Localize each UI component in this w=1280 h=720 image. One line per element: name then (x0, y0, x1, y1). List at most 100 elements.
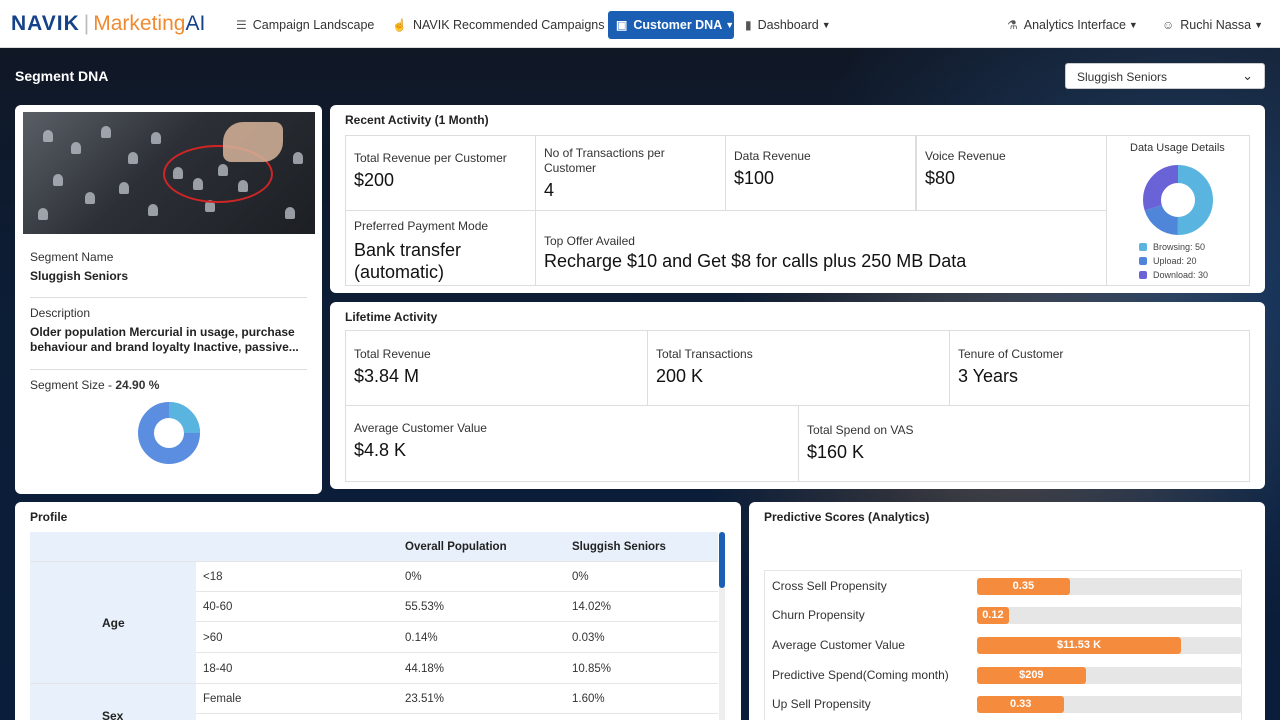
lifetime-cell: Total Revenue $3.84 M (345, 330, 648, 406)
lifetime-activity-card: Lifetime Activity Total Revenue $3.84 M … (330, 302, 1265, 489)
cell-label: Total Revenue (354, 347, 431, 361)
recent-cell: Top Offer Availed Recharge $10 and Get $… (535, 210, 1107, 286)
cell-label: Total Transactions (656, 347, 753, 361)
data-usage-donut (1143, 165, 1213, 235)
cell-value: $80 (925, 168, 956, 188)
segment-size-value: 24.90 % (115, 378, 160, 392)
data-usage-panel: Data Usage Details Browsing: 50 Upload: … (1106, 135, 1250, 286)
cell-label: Total Revenue per Customer (354, 151, 507, 165)
cell-label: Tenure of Customer (958, 347, 1064, 361)
lifetime-cell: Average Customer Value $4.8 K (345, 405, 799, 482)
col-header-segment: Sluggish Seniors (572, 541, 666, 553)
row-overall: 0.14% (405, 632, 438, 644)
row-overall: 0% (405, 571, 422, 583)
recent-cell: No of Transactions per Customer 4 (535, 135, 726, 211)
hand-pointer-icon: ☝ (392, 18, 407, 32)
logo-brand: NAVIK (11, 12, 80, 35)
table-row: >60 0.14% 0.03% (196, 623, 718, 653)
score-bar: 0.12 (977, 607, 1009, 624)
score-bar: $11.53 K (977, 637, 1182, 654)
score-label: Average Customer Value (772, 638, 905, 652)
row-segment: 0% (572, 571, 589, 583)
segment-name-label: Segment Name (30, 250, 114, 264)
bar-chart-icon: ▮ (745, 18, 752, 32)
cell-value: $160 K (807, 442, 865, 462)
cell-value: Recharge $10 and Get $8 for calls plus 2… (544, 251, 967, 271)
data-usage-title: Data Usage Details (1130, 142, 1225, 154)
segment-select-value: Sluggish Seniors (1077, 70, 1168, 84)
nav-campaign-landscape[interactable]: ☰ Campaign Landscape (236, 11, 374, 39)
description-label: Description (30, 306, 91, 320)
row-category: Female (203, 693, 242, 705)
score-bar: 0.35 (977, 578, 1070, 595)
cell-value: 4 (544, 180, 555, 200)
row-category: <18 (203, 571, 223, 583)
scrollbar-thumb[interactable] (719, 532, 725, 588)
legend-swatch (1139, 243, 1147, 251)
predictive-title: Predictive Scores (Analytics) (764, 510, 930, 524)
lifetime-cell: Tenure of Customer 3 Years (949, 330, 1250, 406)
recent-cell: Preferred Payment Mode Bank transfer (au… (345, 210, 536, 286)
score-track: 0.12 (977, 607, 1242, 624)
group-label: Age (102, 616, 125, 630)
window-icon: ▣ (616, 18, 628, 32)
flask-icon: ⚗ (1007, 18, 1018, 32)
legend-swatch (1139, 257, 1147, 265)
score-row: Predictive Spend(Coming month) $209 (764, 660, 1242, 688)
nav-recommended-campaigns[interactable]: ☝ NAVIK Recommended Campaigns (392, 11, 604, 39)
group-cell-sex: Sex (30, 684, 196, 720)
row-segment: 14.02% (572, 601, 612, 613)
segment-size-label: Segment Size - (30, 378, 116, 392)
chevron-down-icon: ⌄ (1242, 68, 1253, 83)
legend-label: Upload: 20 (1153, 256, 1197, 266)
nav-label: Campaign Landscape (252, 18, 375, 32)
nav-dashboard[interactable]: ▮ Dashboard ▼ (745, 11, 831, 39)
table-header-row: Overall Population Sluggish Seniors (30, 532, 718, 562)
table-row: 40-60 55.53% 14.02% (196, 592, 718, 622)
segment-select[interactable]: Sluggish Seniors ⌄ (1065, 63, 1265, 89)
caret-down-icon: ▼ (821, 20, 831, 30)
recent-activity-card: Recent Activity (1 Month) Total Revenue … (330, 105, 1265, 293)
row-segment: 1.60% (572, 693, 605, 705)
group-label: Sex (102, 709, 124, 720)
cell-label: No of Transactions per Customer (544, 146, 665, 175)
legend-download: Download: 30 (1139, 270, 1208, 280)
logo-separator: | (83, 12, 90, 35)
user-menu[interactable]: ☺ Ruchi Nassa ▼ (1162, 11, 1263, 39)
recent-cell: Voice Revenue $80 (916, 135, 1107, 211)
table-row: <18 0% 0% (196, 562, 718, 592)
logo-suffix: AI (185, 12, 206, 35)
score-label: Churn Propensity (772, 608, 865, 622)
score-row: Up Sell Propensity 0.33 (764, 689, 1242, 717)
row-overall: 23.51% (405, 693, 445, 705)
score-row: Cross Sell Propensity 0.35 (764, 571, 1242, 599)
list-icon: ☰ (236, 18, 247, 32)
score-track: $209 (977, 667, 1242, 684)
analytics-interface-menu[interactable]: ⚗ Analytics Interface ▼ (1007, 11, 1138, 39)
score-bar: 0.33 (977, 696, 1065, 713)
cell-value: 3 Years (958, 366, 1019, 386)
score-row: Average Customer Value $11.53 K (764, 630, 1242, 658)
cell-label: Average Customer Value (354, 421, 487, 435)
cell-value: $4.8 K (354, 440, 407, 460)
nav-customer-dna[interactable]: ▣ Customer DNA ▼ (608, 11, 734, 39)
divider (30, 369, 307, 370)
recent-cell: Total Revenue per Customer $200 (345, 135, 536, 211)
divider (30, 297, 307, 298)
score-track: 0.33 (977, 696, 1242, 713)
profile-scrollbar[interactable] (719, 532, 725, 720)
cell-value: Bank transfer (automatic) (354, 240, 462, 282)
score-label: Predictive Spend(Coming month) (772, 668, 949, 682)
row-overall: 55.53% (405, 601, 445, 613)
recent-cell: Data Revenue $100 (725, 135, 916, 211)
page-title: Segment DNA (15, 68, 109, 84)
segment-card: Segment Name Sluggish Seniors Descriptio… (15, 105, 322, 494)
cell-label: Data Revenue (734, 149, 811, 163)
analytics-label: Analytics Interface (1023, 18, 1126, 32)
user-name: Ruchi Nassa (1180, 18, 1252, 32)
cell-value: $100 (734, 168, 775, 188)
navik-logo[interactable]: NAVIK | Marketing AI (11, 12, 205, 36)
cell-value: 200 K (656, 366, 704, 386)
score-row: Churn Propensity 0.12 (764, 600, 1242, 628)
lifetime-activity-title: Lifetime Activity (345, 310, 438, 324)
